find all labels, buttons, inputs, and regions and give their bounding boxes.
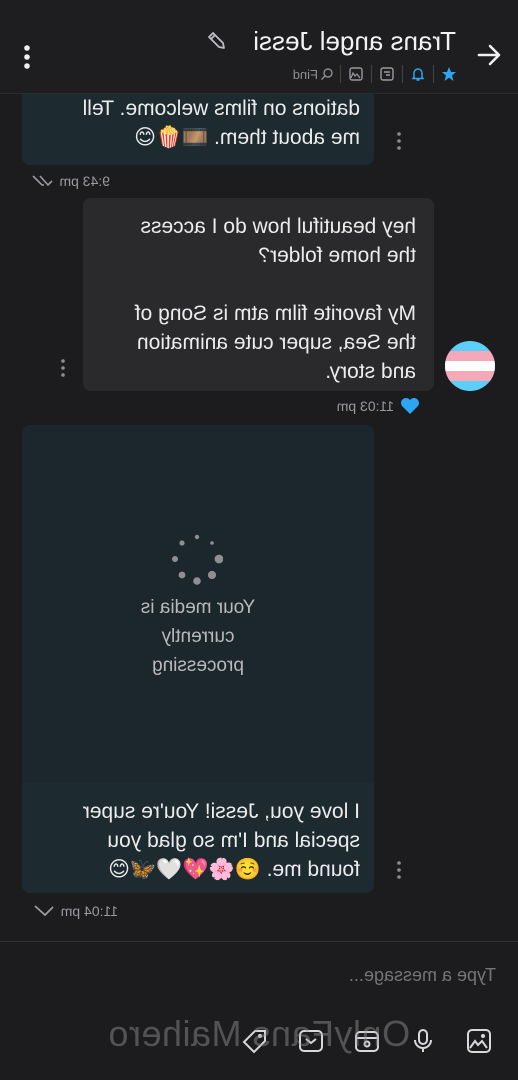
media-processing-text: Your media is currently processing — [140, 597, 256, 676]
message-options-button[interactable] — [392, 129, 406, 153]
time-label: 11:04 pm — [60, 903, 118, 919]
more-vertical-icon — [397, 132, 401, 150]
media-placeholder[interactable]: Your media is currently processing — [22, 425, 374, 783]
message-bubble-incoming[interactable]: Your media is currently processing I lov… — [22, 425, 374, 893]
star-icon[interactable] — [440, 65, 458, 83]
find-label: Find — [292, 66, 318, 82]
chat-header: Trans angel Jessi Find — [0, 0, 518, 94]
more-options-button[interactable] — [12, 40, 42, 74]
list-icon[interactable] — [378, 65, 396, 83]
loading-spinner-icon — [172, 534, 223, 585]
message-text: hey beautiful how do I access the home f… — [134, 215, 416, 383]
divider — [371, 65, 372, 83]
find-button[interactable]: Find — [293, 67, 334, 82]
divider — [433, 65, 434, 83]
message-timestamp: 11:03 pm — [337, 397, 420, 415]
divider — [402, 65, 403, 83]
message-options-button[interactable] — [56, 356, 70, 380]
message-text: I love you, Jessi! You're super special … — [82, 800, 360, 881]
image-icon[interactable] — [347, 65, 365, 83]
message-bubble-outgoing[interactable]: hey beautiful how do I access the home f… — [83, 198, 434, 391]
avatar[interactable] — [445, 341, 495, 391]
contact-name[interactable]: Trans angel Jessi — [253, 26, 456, 57]
message-options-button[interactable] — [392, 858, 406, 882]
time-label: 9:43 pm — [59, 173, 110, 189]
arrow-left-icon — [477, 44, 501, 66]
message-composer — [0, 941, 518, 1080]
search-icon — [321, 68, 333, 80]
divider — [340, 65, 341, 83]
bell-icon[interactable] — [409, 65, 427, 83]
time-label: 11:03 pm — [336, 398, 394, 414]
chat-screen: Trans angel Jessi Find dations on films … — [0, 0, 518, 1080]
message-input[interactable] — [16, 960, 496, 990]
message-timestamp: 11:04 pm — [33, 903, 118, 919]
back-button[interactable] — [474, 40, 504, 70]
header-actions: Find — [293, 62, 458, 86]
message-text: dations on films welcome. Tell me about … — [82, 97, 360, 149]
more-vertical-icon — [61, 359, 65, 377]
double-check-icon — [32, 175, 53, 187]
more-vertical-icon — [397, 861, 401, 879]
more-vertical-icon — [24, 45, 30, 69]
message-timestamp: 9:43 pm — [29, 173, 110, 189]
heart-icon[interactable] — [400, 397, 420, 415]
pencil-icon[interactable] — [206, 30, 228, 52]
check-icon — [34, 905, 54, 917]
message-bubble-incoming[interactable]: dations on films welcome. Tell me about … — [22, 94, 374, 165]
watermark: OnlyFans Maihero — [107, 1013, 411, 1054]
